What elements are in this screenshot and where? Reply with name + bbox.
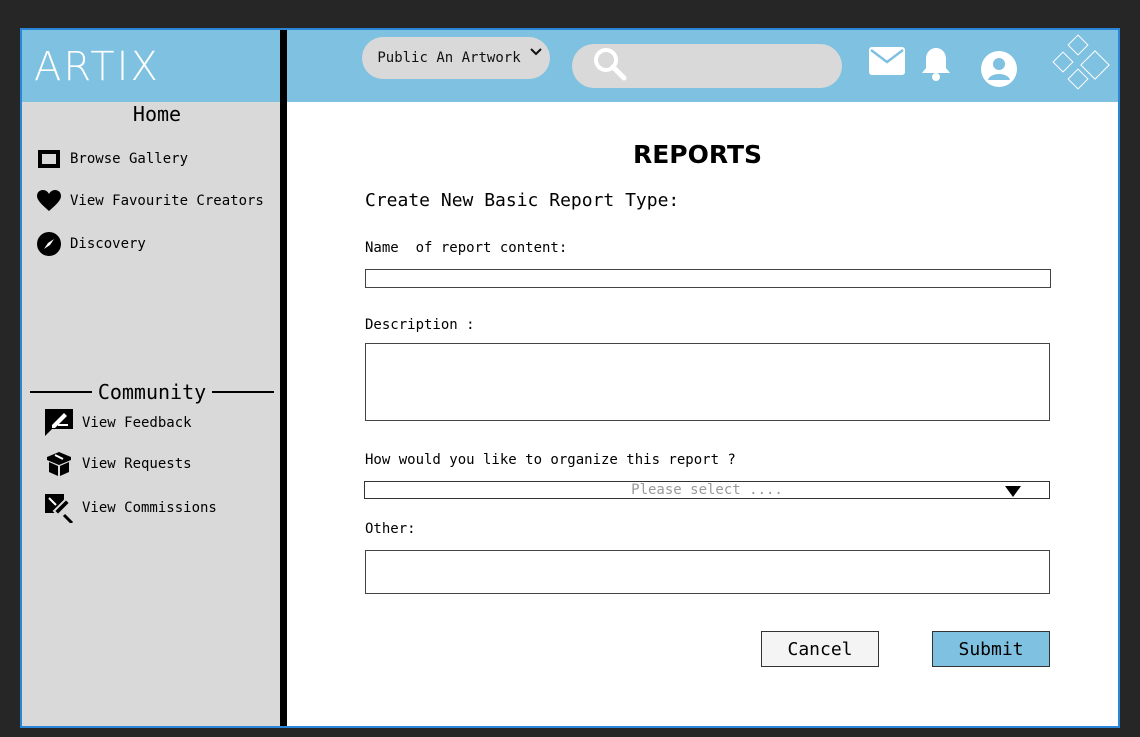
sidebar-item-label: View Commissions (82, 500, 217, 516)
sidebar-item-label: View Favourite Creators (70, 193, 264, 209)
description-field[interactable] (365, 343, 1050, 421)
sidebar-item-view-requests[interactable]: View Requests (44, 451, 192, 477)
sidebar-home[interactable]: Home (22, 102, 292, 126)
compass-icon (36, 231, 62, 257)
dropdown-arrow-icon[interactable] (1005, 485, 1021, 501)
sidebar-item-favourite-creators[interactable]: View Favourite Creators (36, 188, 264, 214)
sidebar-item-label: View Feedback (82, 415, 192, 431)
other-field[interactable] (365, 550, 1050, 594)
divider (212, 391, 274, 393)
report-name-field[interactable] (365, 269, 1051, 288)
sidebar-item-label: Discovery (70, 236, 146, 252)
divider (30, 391, 92, 393)
sidebar-item-browse-gallery[interactable]: Browse Gallery (36, 146, 188, 172)
other-label: Other: (365, 521, 416, 537)
sidebar-item-discovery[interactable]: Discovery (36, 231, 146, 257)
bell-icon[interactable] (920, 46, 952, 86)
cancel-button[interactable]: Cancel (761, 631, 879, 667)
commission-icon (44, 493, 74, 523)
submit-button[interactable]: Submit (932, 631, 1050, 667)
diamond-logo-icon (1048, 34, 1112, 100)
app-logo[interactable]: ARTIX (34, 44, 160, 90)
sidebar-item-view-commissions[interactable]: View Commissions (44, 493, 217, 523)
select-placeholder: Please select .... (631, 482, 783, 498)
feedback-icon (44, 408, 74, 438)
gallery-icon (36, 146, 62, 172)
name-label: Name of report content: (365, 240, 568, 256)
heart-icon (36, 188, 62, 214)
community-heading-label: Community (97, 380, 207, 404)
community-heading: Community (30, 380, 274, 404)
sidebar-item-label: View Requests (82, 456, 192, 472)
publish-artwork-label: Public An Artwork (377, 50, 521, 66)
reports-form: REPORTS Create New Basic Report Type: Na… (287, 102, 1118, 726)
chevron-down-icon (530, 45, 542, 61)
sidebar-item-label: Browse Gallery (70, 151, 189, 167)
box-icon (44, 451, 74, 477)
search-icon[interactable] (592, 46, 628, 86)
user-avatar-icon[interactable] (980, 50, 1018, 92)
description-label: Description : (365, 317, 475, 333)
sidebar: Home Browse Gallery View Favourite Creat… (22, 102, 280, 726)
organize-select[interactable]: Please select .... (364, 481, 1050, 499)
app-window: ARTIX Public An Artwork Home Browse Gall… (20, 28, 1120, 728)
top-bar: ARTIX Public An Artwork (22, 30, 1118, 102)
organize-label: How would you like to organize this repo… (365, 452, 736, 468)
mail-icon[interactable] (868, 46, 906, 80)
page-title: REPORTS (632, 140, 763, 169)
form-heading: Create New Basic Report Type: (365, 190, 680, 211)
publish-artwork-button[interactable]: Public An Artwork (362, 37, 550, 79)
sidebar-divider (280, 30, 287, 726)
sidebar-item-view-feedback[interactable]: View Feedback (44, 408, 192, 438)
